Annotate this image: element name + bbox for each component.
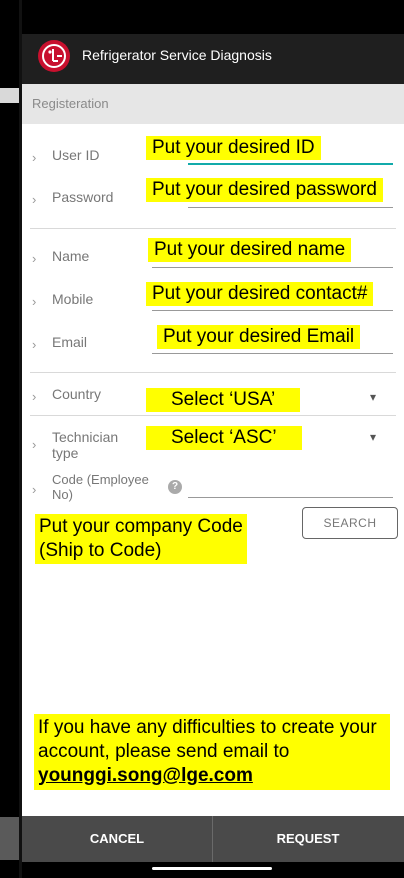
- bottom-action-bar: CANCEL REQUEST: [22, 816, 404, 862]
- code-label-line1: Code (Employee: [52, 472, 149, 487]
- code-annotation: Put your company Code (Ship to Code): [35, 514, 247, 564]
- technician-type-annotation: Select ‘ASC’: [146, 426, 302, 450]
- mobile-label: Mobile: [52, 291, 94, 307]
- help-note-line1: If you have any difficulties to create y…: [38, 717, 377, 738]
- help-icon[interactable]: ?: [168, 480, 182, 494]
- mobile-input[interactable]: [152, 310, 393, 311]
- section-title: Registeration: [32, 96, 109, 111]
- lg-logo-icon: [38, 40, 70, 72]
- email-annotation: Put your desired Email: [157, 325, 361, 349]
- code-annotation-line1: Put your company Code: [39, 516, 243, 537]
- background-bar: [0, 817, 19, 860]
- password-input[interactable]: [188, 207, 393, 208]
- name-annotation: Put your desired name: [148, 238, 352, 262]
- help-note: If you have any difficulties to create y…: [34, 714, 390, 790]
- password-annotation: Put your desired password: [146, 178, 383, 202]
- code-label-line2: No): [52, 487, 73, 502]
- chevron-right-icon: ›: [32, 337, 37, 352]
- status-bar: [22, 0, 404, 34]
- phone-screen: Refrigerator Service Diagnosis Registera…: [22, 0, 404, 878]
- technician-type-label-line1: Technician: [52, 429, 119, 445]
- cancel-button[interactable]: CANCEL: [22, 816, 212, 862]
- chevron-right-icon: ›: [32, 294, 37, 309]
- section-header: Registeration: [22, 84, 404, 124]
- technician-type-label-line2: type: [52, 445, 79, 461]
- chevron-right-icon: ›: [32, 437, 37, 452]
- mobile-annotation: Put your desired contact#: [146, 282, 374, 306]
- country-dropdown-icon[interactable]: ▾: [370, 390, 376, 404]
- chevron-right-icon: ›: [32, 389, 37, 404]
- name-label: Name: [52, 248, 90, 264]
- request-button[interactable]: REQUEST: [213, 816, 403, 862]
- country-annotation: Select ‘USA’: [146, 388, 301, 412]
- help-note-email[interactable]: younggi.song@lge.com: [38, 764, 386, 788]
- background-window-edge: [0, 0, 19, 878]
- help-note-line2: account, please send email to: [38, 741, 290, 762]
- name-input[interactable]: [152, 267, 393, 268]
- email-label: Email: [52, 334, 88, 350]
- chevron-right-icon: ›: [32, 192, 37, 207]
- password-label: Password: [52, 189, 114, 205]
- chevron-right-icon: ›: [32, 251, 37, 266]
- chevron-right-icon: ›: [32, 482, 37, 497]
- technician-type-dropdown-icon[interactable]: ▾: [370, 430, 376, 444]
- user-id-annotation: Put your desired ID: [146, 136, 321, 160]
- divider: [30, 228, 396, 229]
- background-bar: [0, 88, 19, 103]
- user-id-input[interactable]: [188, 163, 393, 165]
- email-input[interactable]: [152, 353, 393, 354]
- country-label: Country: [52, 386, 102, 402]
- divider: [30, 415, 396, 416]
- app-title: Refrigerator Service Diagnosis: [82, 47, 272, 63]
- system-nav-bar: [22, 862, 404, 878]
- divider: [30, 372, 396, 373]
- search-button[interactable]: SEARCH: [302, 507, 398, 539]
- user-id-label: User ID: [52, 147, 100, 163]
- home-indicator[interactable]: [152, 867, 272, 870]
- code-input[interactable]: [188, 497, 393, 498]
- code-annotation-line2: (Ship to Code): [39, 540, 162, 561]
- chevron-right-icon: ›: [32, 150, 37, 165]
